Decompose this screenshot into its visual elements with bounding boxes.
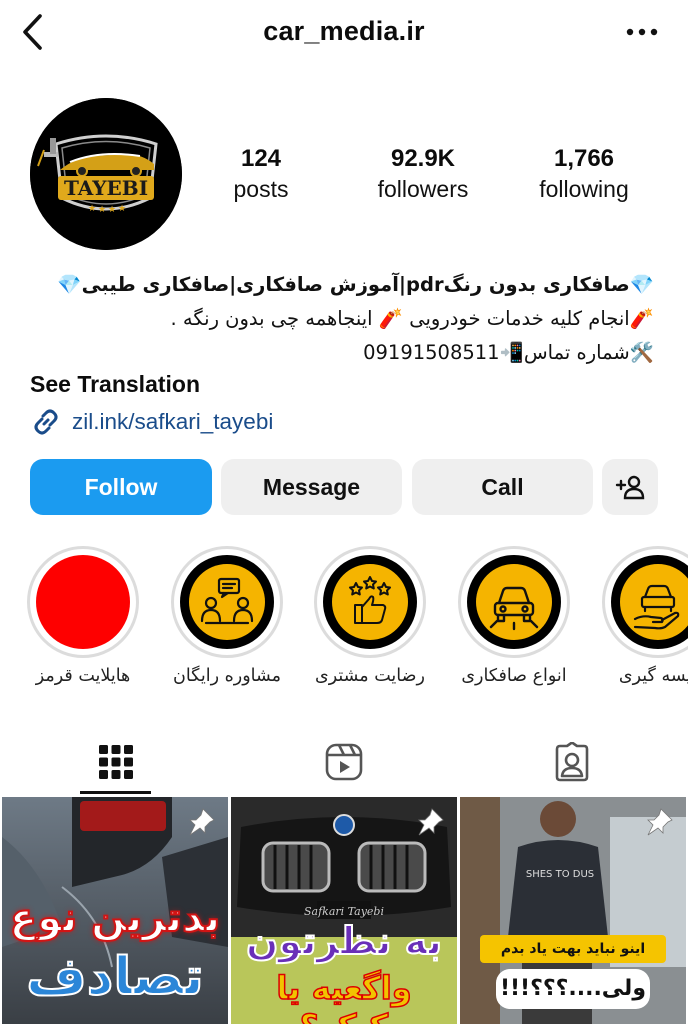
tayebi-logo: TAYEBI ★ ★ ★ ★	[30, 98, 182, 250]
followers-count: 92.9K	[390, 145, 456, 172]
svg-text:★: ★	[108, 205, 116, 215]
reels-icon	[325, 743, 363, 781]
profile-avatar[interactable]: TAYEBI ★ ★ ★ ★	[30, 98, 182, 250]
top-bar: car_media.ir	[0, 0, 688, 64]
stat-followers[interactable]: 92.9K followers	[353, 145, 493, 205]
highlight-label: انواع صافکاری	[461, 666, 567, 686]
post-thumbnail[interactable]: SHES TO DUS اینو نباید بهت یاد بدم ولی..…	[460, 797, 686, 1024]
highlight-dent-repair-types[interactable]: انواع صافکاری	[454, 546, 574, 686]
see-translation-link[interactable]: See Translation	[30, 371, 200, 398]
highlight-label: مشاوره رایگان	[173, 666, 281, 686]
bio-line-2: 🧨انجام کلیه خدمات خودرویی 🧨 اینجاهمه چی …	[170, 307, 654, 330]
post-thumbnail[interactable]: Safkari Tayebi به نظرتون واگعیه یا کیکه؟	[231, 797, 457, 1024]
bio-line-3: 🛠️شماره تماس📲09191508511	[363, 341, 654, 364]
svg-text:★: ★	[118, 204, 126, 214]
stat-posts[interactable]: 124 posts	[191, 145, 331, 205]
pin-icon	[418, 808, 444, 836]
posts-count: 124	[240, 145, 282, 172]
car-hand-icon	[620, 564, 688, 640]
grid-icon	[99, 745, 133, 779]
svg-text:SHES TO DUS: SHES TO DUS	[526, 869, 594, 880]
post-thumbnail[interactable]: بدترین نوع تصادف	[2, 797, 228, 1024]
profile-username: car_media.ir	[263, 16, 425, 46]
highlight-ring	[602, 546, 688, 658]
highlight-red[interactable]: هایلایت قرمز	[23, 546, 143, 686]
following-count: 1,766	[553, 145, 615, 172]
link-icon	[34, 409, 58, 435]
stat-following[interactable]: 1,766 following	[514, 145, 654, 205]
post-overlay-line-1: بدترین نوع	[9, 894, 221, 942]
highlight-label: لیسه گیری	[618, 666, 688, 686]
followers-label: followers	[377, 176, 469, 202]
thumbs-up-stars-icon	[332, 564, 408, 640]
pin-icon	[189, 808, 215, 836]
highlight-ring	[314, 546, 426, 658]
car-front-icon	[476, 564, 552, 640]
highlight-label: رضایت مشتری	[315, 666, 425, 686]
active-tab-indicator	[80, 791, 151, 794]
profile-link-text: zil.ink/safkari_tayebi	[72, 409, 274, 434]
tab-tagged[interactable]	[536, 732, 608, 792]
profile-bio: 💎صافکاری بدون رنگpdr|آموزش صافکاری|صافکا…	[28, 268, 654, 370]
add-user-icon	[615, 475, 645, 500]
highlight-label: هایلایت قرمز	[35, 666, 131, 686]
svg-text:★: ★	[88, 204, 96, 214]
bio-line-1: 💎صافکاری بدون رنگpdr|آموزش صافکاری|صافکا…	[57, 273, 654, 296]
post-overlay-line-2: ولی....؟؟؟!!!	[496, 969, 650, 1009]
pin-icon	[647, 808, 673, 836]
following-label: following	[539, 176, 629, 202]
suggested-users-button[interactable]	[602, 459, 658, 515]
message-button[interactable]: Message	[221, 459, 402, 515]
tab-reels[interactable]	[308, 732, 380, 792]
post-overlay-line-2: واگعیه یا کیکه؟	[276, 968, 413, 1024]
highlight-lise-giri[interactable]: لیسه گیری	[598, 546, 688, 686]
highlight-free-consultation[interactable]: مشاوره رایگان	[167, 546, 287, 686]
highlight-ring	[458, 546, 570, 658]
post-overlay-line-2: تصادف	[25, 946, 204, 1008]
svg-text:★: ★	[98, 205, 106, 215]
tab-posts-grid[interactable]	[80, 732, 152, 792]
call-button[interactable]: Call	[412, 459, 593, 515]
follow-button[interactable]: Follow	[30, 459, 212, 515]
red-circle-icon	[36, 555, 130, 649]
highlight-ring	[27, 546, 139, 658]
chevron-left-icon	[23, 14, 42, 50]
post-overlay-line-1: به نظرتون	[245, 918, 443, 964]
more-dots-icon	[626, 28, 658, 36]
profile-link[interactable]: zil.ink/safkari_tayebi	[30, 404, 273, 440]
highlight-ring	[171, 546, 283, 658]
tagged-person-icon	[555, 742, 589, 782]
post-banner: اینو نباید بهت یاد بدم	[480, 935, 666, 963]
consultation-icon	[189, 564, 265, 640]
back-button[interactable]	[12, 10, 52, 54]
highlight-customer-satisfaction[interactable]: رضایت مشتری	[310, 546, 430, 686]
posts-label: posts	[233, 176, 289, 202]
more-options-button[interactable]	[618, 14, 666, 50]
logo-text: TAYEBI	[64, 176, 148, 200]
post-caption-small: Safkari Tayebi	[304, 905, 384, 918]
